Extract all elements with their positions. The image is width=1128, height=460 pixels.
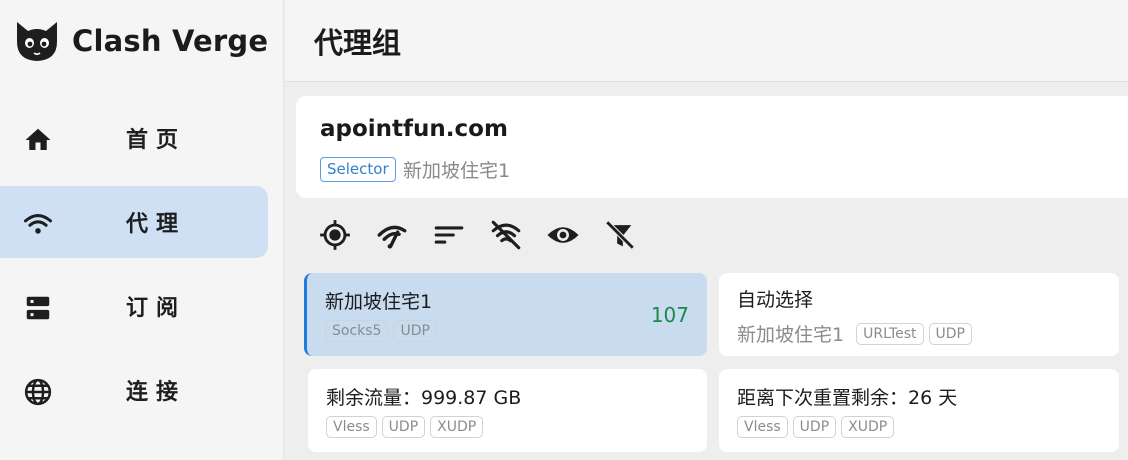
proxy-name: 自动选择 [737, 289, 814, 311]
xudp-tag: XUDP [841, 416, 895, 438]
sidebar-item-proxy[interactable]: 代理 [0, 186, 268, 258]
group-type-badge: Selector [320, 157, 396, 182]
storage-icon [22, 292, 54, 324]
proxy-tags: Vless UDP XUDP [737, 416, 899, 438]
wifi-icon [22, 208, 54, 240]
proxy-name: 距离下次重置剩余：26 天 [737, 387, 958, 409]
udp-tag: UDP [792, 416, 837, 438]
home-icon [22, 124, 54, 156]
group-name: apointfun.com [320, 116, 508, 142]
sort-icon[interactable] [430, 216, 468, 254]
proxy-tags: Vless UDP XUDP [326, 416, 488, 438]
group-current-proxy: 新加坡住宅1 [403, 160, 511, 182]
sidebar-item-label: 首页 [126, 128, 187, 153]
proxy-card[interactable]: 剩余流量：999.87 GB Vless UDP XUDP [308, 369, 707, 452]
proxy-type-tag: Socks5 [325, 320, 389, 342]
sidebar-item-subscription[interactable]: 订阅 [0, 270, 268, 342]
sidebar-item-connections[interactable]: 连接 [0, 354, 268, 426]
sidebar-item-home[interactable]: 首页 [0, 102, 268, 174]
proxy-type-tag: Vless [737, 416, 788, 438]
page-header: 代理组 [285, 0, 1128, 82]
xudp-tag: XUDP [430, 416, 484, 438]
proxy-group-header[interactable]: apointfun.com Selector 新加坡住宅1 [296, 96, 1128, 198]
no-signal-filter-icon[interactable] [487, 216, 525, 254]
filter-off-icon[interactable] [601, 216, 639, 254]
app-logo: Clash Verge [14, 18, 268, 64]
proxy-type-tag: Vless [326, 416, 377, 438]
speed-test-icon[interactable] [373, 216, 411, 254]
proxy-card[interactable]: 自动选择 新加坡住宅1 URLTest UDP [719, 273, 1119, 356]
main-panel: 代理组 apointfun.com Selector 新加坡住宅1 新加坡住宅1… [285, 0, 1128, 460]
proxy-delay[interactable]: 107 [651, 303, 689, 327]
proxy-current-selection: 新加坡住宅1 [737, 324, 845, 346]
proxy-toolbar [316, 216, 658, 254]
visibility-icon[interactable] [544, 216, 582, 254]
proxy-tags: 新加坡住宅1 URLTest UDP [737, 320, 977, 347]
proxy-name: 剩余流量：999.87 GB [326, 387, 522, 409]
sidebar-item-label: 代理 [126, 212, 187, 237]
sidebar: Clash Verge 首页 代理 订阅 连接 [0, 0, 284, 460]
proxy-card[interactable]: 距离下次重置剩余：26 天 Vless UDP XUDP [719, 369, 1119, 452]
sidebar-item-label: 连接 [126, 380, 187, 405]
page-title: 代理组 [314, 26, 402, 60]
udp-tag: UDP [381, 416, 426, 438]
sidebar-item-label: 订阅 [126, 296, 187, 321]
app-title: Clash Verge [72, 24, 269, 58]
proxy-tags: Socks5 UDP [325, 320, 442, 342]
proxy-type-tag: URLTest [856, 322, 924, 345]
locate-icon[interactable] [316, 216, 354, 254]
udp-tag: UDP [928, 322, 972, 345]
proxy-card-selected[interactable]: 新加坡住宅1 Socks5 UDP 107 [304, 273, 707, 356]
udp-tag: UDP [393, 320, 437, 342]
proxy-name: 新加坡住宅1 [325, 291, 433, 313]
globe-icon [22, 376, 54, 408]
cat-logo-icon [17, 22, 57, 61]
